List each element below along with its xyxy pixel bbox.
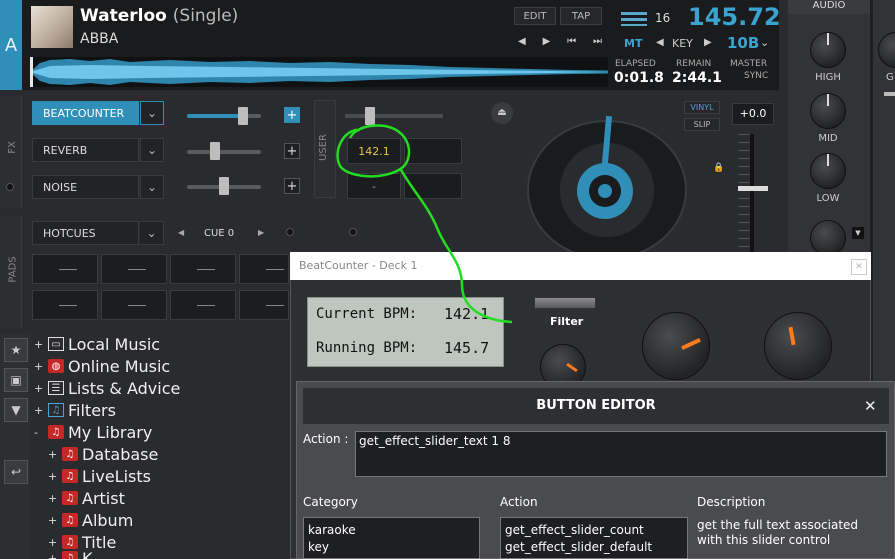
annotation-circle [336, 124, 411, 178]
annotation-line [398, 167, 513, 324]
annotation-overlay [336, 124, 513, 324]
